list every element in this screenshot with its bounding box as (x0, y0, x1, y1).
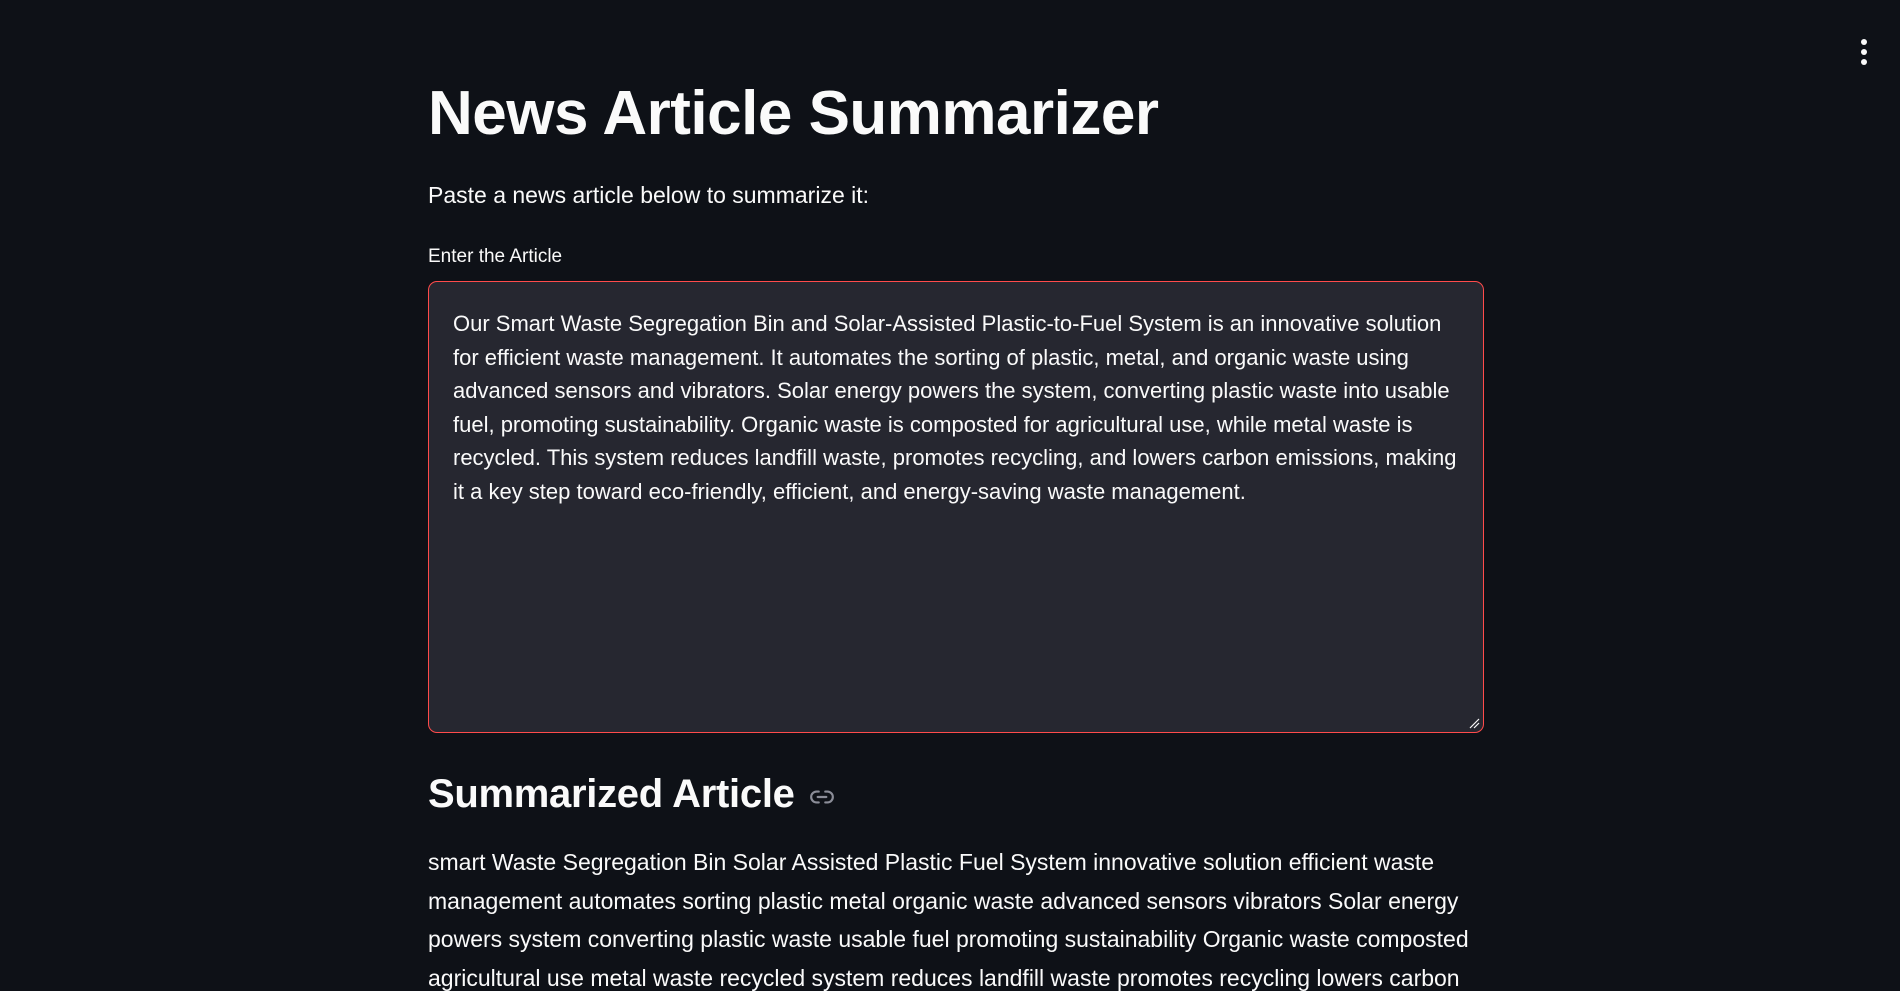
page-title: News Article Summarizer (428, 79, 1159, 148)
article-input-container (428, 281, 1484, 733)
article-input-label: Enter the Article (428, 246, 563, 267)
intro-text: Paste a news article below to summarize … (428, 182, 870, 208)
kebab-menu-icon-dot (1861, 59, 1867, 65)
summary-text: smart Waste Segregation Bin Solar Assist… (428, 849, 1469, 991)
kebab-menu-icon (1861, 39, 1867, 45)
link-icon[interactable] (807, 782, 837, 812)
resize-handle-icon[interactable] (1468, 717, 1480, 729)
main-menu-button[interactable] (1846, 34, 1882, 70)
app-root: News Article Summarizer Paste a news art… (0, 0, 1900, 991)
summary-heading-row: Summarized Article (428, 768, 837, 820)
summary-heading: Summarized Article (428, 772, 795, 816)
kebab-menu-icon-dot (1861, 49, 1867, 55)
article-input[interactable] (429, 282, 1483, 732)
